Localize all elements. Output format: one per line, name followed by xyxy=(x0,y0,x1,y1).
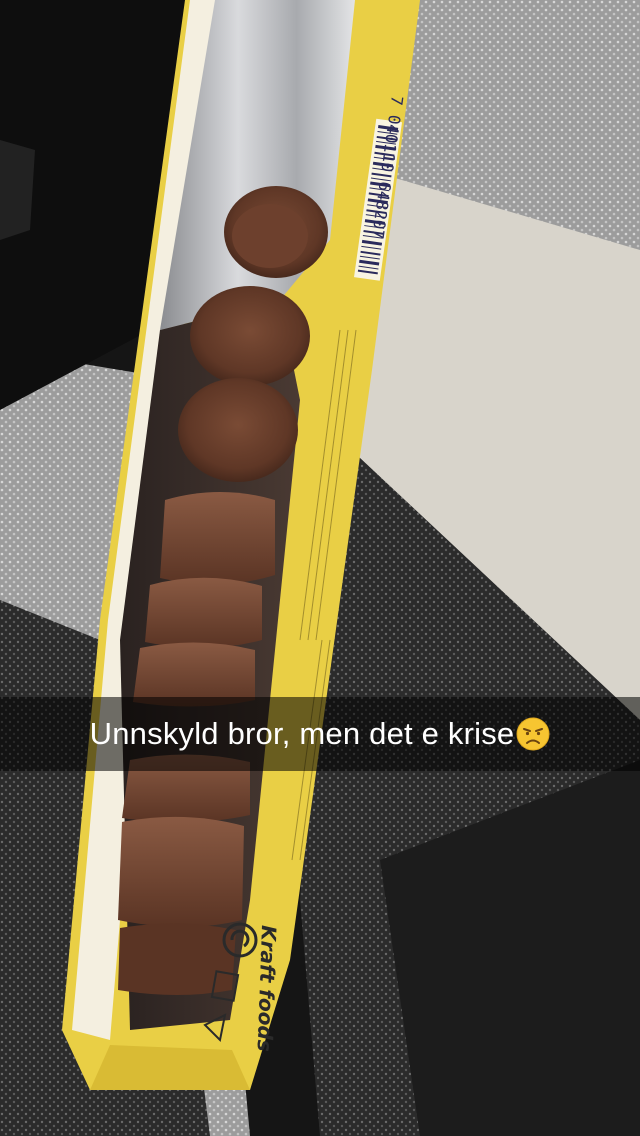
disappointed-face-icon xyxy=(516,717,550,751)
photo: 7 040110 648207 Kraft foods xyxy=(0,0,640,1136)
caption-bar: Unnskyld bror, men det e krise xyxy=(0,697,640,771)
snap-view: 7 040110 648207 Kraft foods Unnskyld bro… xyxy=(0,0,640,1136)
caption-text: Unnskyld bror, men det e krise xyxy=(89,716,515,751)
brand-text: Kraft foods xyxy=(253,925,281,1052)
